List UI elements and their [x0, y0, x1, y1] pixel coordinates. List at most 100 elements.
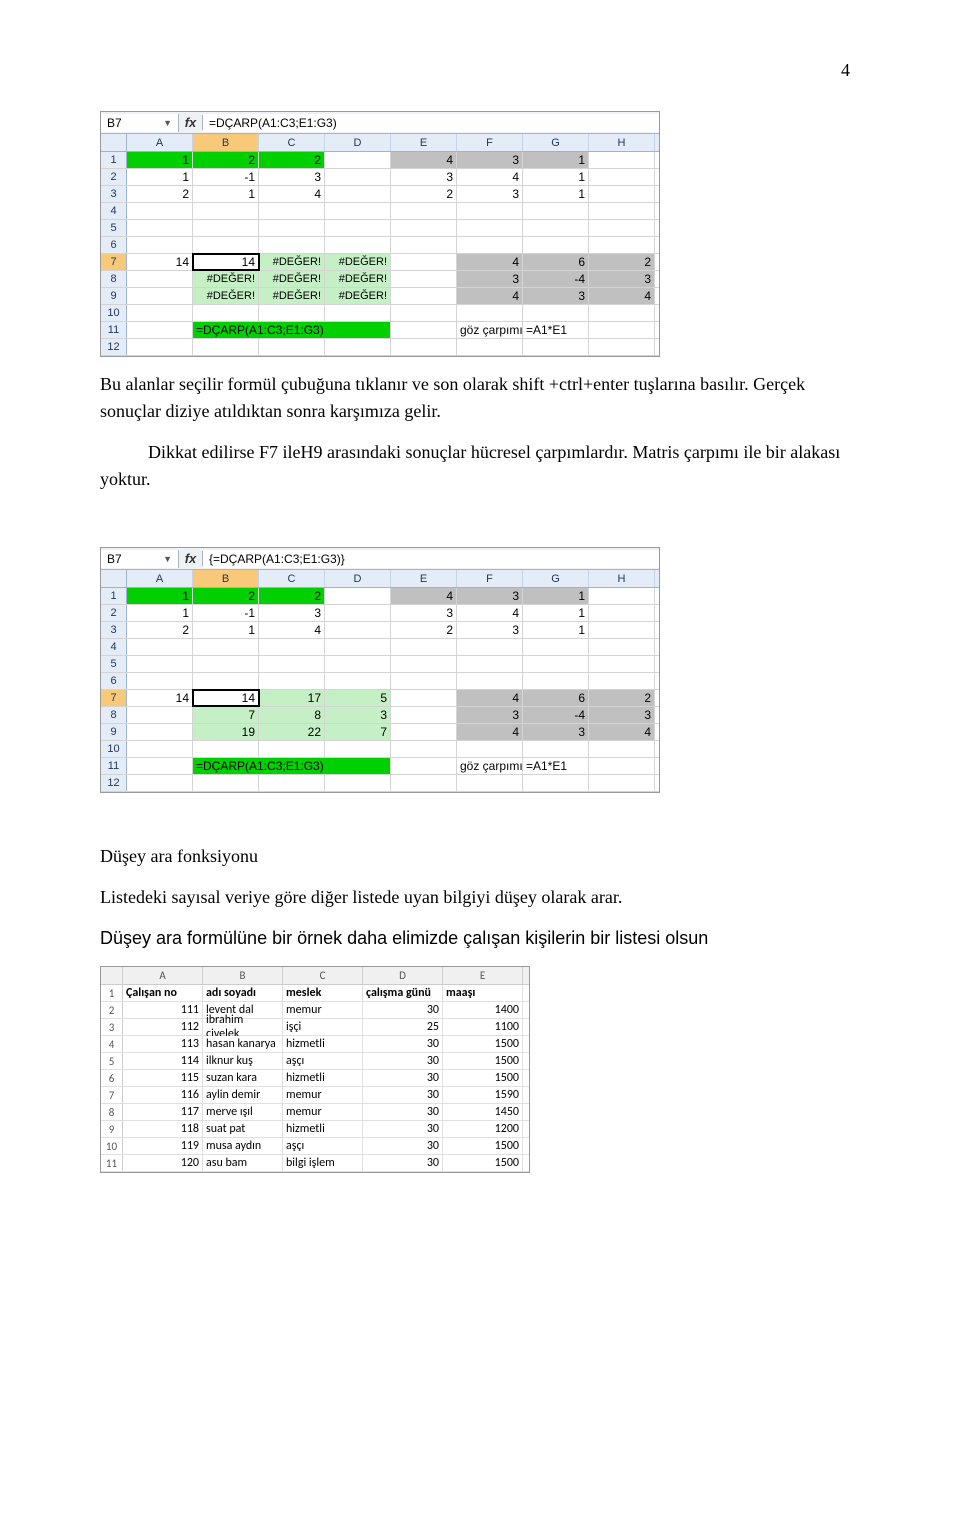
cell[interactable]	[391, 305, 457, 321]
cell[interactable]	[193, 203, 259, 219]
row-header[interactable]: 2	[101, 1002, 123, 1018]
cell[interactable]	[325, 639, 391, 655]
cell[interactable]: 1	[127, 169, 193, 185]
cell[interactable]: hasan kanarya	[203, 1036, 283, 1052]
cell[interactable]	[325, 605, 391, 621]
column-header[interactable]: A	[127, 570, 193, 587]
row-header[interactable]: 8	[101, 1104, 123, 1120]
column-header[interactable]: F	[457, 134, 523, 151]
row-header[interactable]: 2	[101, 169, 127, 185]
cell[interactable]: 120	[123, 1155, 203, 1171]
cell[interactable]	[589, 758, 655, 774]
cell[interactable]: 1	[127, 588, 193, 604]
cell[interactable]: 112	[123, 1019, 203, 1035]
cell[interactable]	[259, 639, 325, 655]
cell[interactable]	[589, 322, 655, 338]
cell[interactable]: Çalışan no	[123, 985, 203, 1001]
cell[interactable]: 3	[259, 605, 325, 621]
cell[interactable]: 1500	[443, 1036, 523, 1052]
cell[interactable]: #DEĞER!	[259, 271, 325, 287]
cell[interactable]	[193, 741, 259, 757]
row-header[interactable]: 10	[101, 741, 127, 757]
cell[interactable]: 113	[123, 1036, 203, 1052]
cell[interactable]	[325, 220, 391, 236]
cell[interactable]: merve ışıl	[203, 1104, 283, 1120]
cell[interactable]	[589, 622, 655, 638]
cell[interactable]	[391, 741, 457, 757]
cell[interactable]	[391, 237, 457, 253]
cell[interactable]	[325, 622, 391, 638]
row-header[interactable]: 6	[101, 673, 127, 689]
cell[interactable]	[127, 758, 193, 774]
cell[interactable]: aşçı	[283, 1138, 363, 1154]
row-header[interactable]: 4	[101, 203, 127, 219]
cell[interactable]: 4	[457, 724, 523, 740]
column-header[interactable]: C	[259, 134, 325, 151]
cell[interactable]	[193, 639, 259, 655]
cell[interactable]	[391, 254, 457, 270]
cell[interactable]: 6	[523, 254, 589, 270]
cell[interactable]: -1	[193, 605, 259, 621]
cell[interactable]: 2	[391, 186, 457, 202]
cell[interactable]	[259, 741, 325, 757]
row-header[interactable]: 7	[101, 254, 127, 270]
cell[interactable]: 22	[259, 724, 325, 740]
column-header[interactable]: C	[283, 967, 363, 984]
column-header[interactable]: H	[589, 570, 655, 587]
cell[interactable]: musa aydın	[203, 1138, 283, 1154]
cell[interactable]: hizmetli	[283, 1121, 363, 1137]
cell[interactable]: #DEĞER!	[193, 271, 259, 287]
cell[interactable]: memur	[283, 1087, 363, 1103]
cell[interactable]	[523, 656, 589, 672]
name-box[interactable]: B7▼	[101, 114, 179, 132]
cell[interactable]	[193, 237, 259, 253]
cell[interactable]: hizmetli	[283, 1036, 363, 1052]
cell[interactable]: bilgi işlem	[283, 1155, 363, 1171]
cell[interactable]: 2	[193, 152, 259, 168]
row-header[interactable]: 1	[101, 985, 123, 1001]
cell[interactable]	[589, 237, 655, 253]
cell[interactable]	[259, 656, 325, 672]
cell[interactable]	[391, 707, 457, 723]
cell[interactable]	[193, 339, 259, 355]
cell[interactable]	[127, 288, 193, 304]
cell[interactable]: 30	[363, 1104, 443, 1120]
cell[interactable]: 1	[127, 152, 193, 168]
cell[interactable]: 1500	[443, 1070, 523, 1086]
cell[interactable]	[523, 220, 589, 236]
row-header[interactable]: 5	[101, 220, 127, 236]
cell[interactable]	[523, 339, 589, 355]
cell[interactable]	[457, 220, 523, 236]
cell[interactable]	[127, 724, 193, 740]
cell[interactable]	[523, 775, 589, 791]
cell[interactable]	[325, 305, 391, 321]
row-header[interactable]: 7	[101, 1087, 123, 1103]
cell[interactable]	[259, 203, 325, 219]
row-header[interactable]: 5	[101, 656, 127, 672]
column-header[interactable]: E	[443, 967, 523, 984]
cell[interactable]: hizmetli	[283, 1070, 363, 1086]
column-header[interactable]: B	[193, 570, 259, 587]
cell[interactable]	[391, 639, 457, 655]
cell[interactable]: memur	[283, 1104, 363, 1120]
cell[interactable]: 118	[123, 1121, 203, 1137]
row-header[interactable]: 8	[101, 271, 127, 287]
row-header[interactable]: 1	[101, 588, 127, 604]
cell[interactable]: 30	[363, 1053, 443, 1069]
cell[interactable]	[457, 203, 523, 219]
cell[interactable]	[193, 305, 259, 321]
cell[interactable]	[325, 237, 391, 253]
cell[interactable]: =A1*E1	[523, 758, 589, 774]
cell[interactable]	[589, 305, 655, 321]
cell[interactable]: 114	[123, 1053, 203, 1069]
row-header[interactable]: 12	[101, 339, 127, 355]
cell[interactable]	[127, 741, 193, 757]
cell[interactable]	[325, 339, 391, 355]
cell[interactable]	[523, 639, 589, 655]
cell[interactable]: 8	[259, 707, 325, 723]
cell[interactable]: =A1*E1	[523, 322, 589, 338]
cell[interactable]	[127, 237, 193, 253]
cell[interactable]: işçi	[283, 1019, 363, 1035]
cell[interactable]: 1	[127, 605, 193, 621]
row-header[interactable]: 11	[101, 322, 127, 338]
